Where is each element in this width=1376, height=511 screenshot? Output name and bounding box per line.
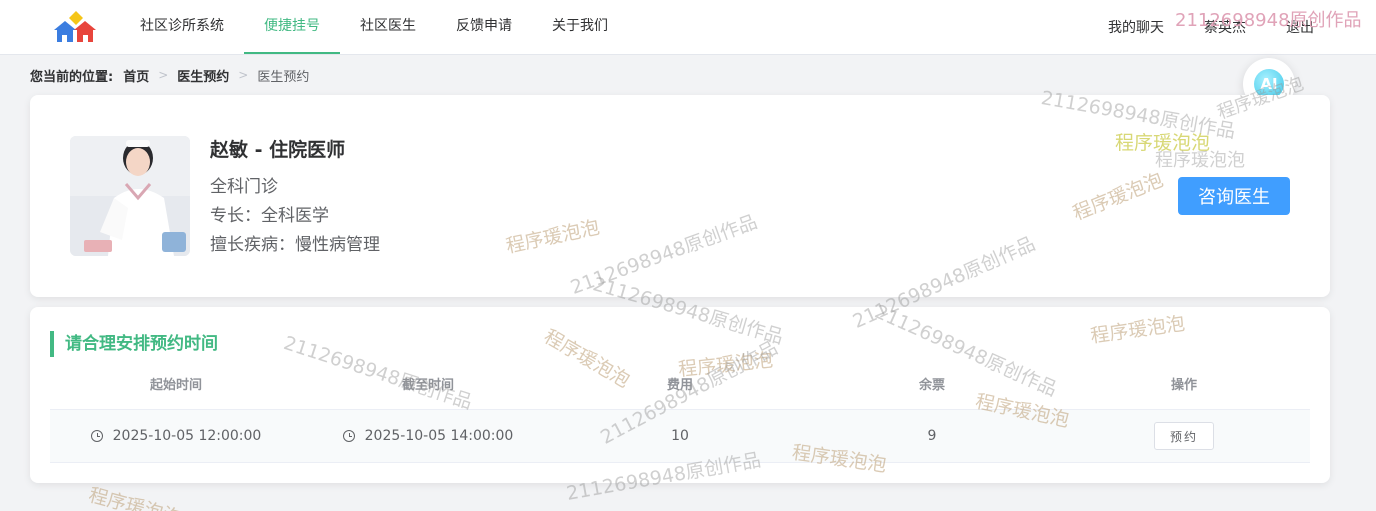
column-header-action: 操作	[1170, 378, 1197, 393]
breadcrumb-current: 医生预约	[257, 69, 310, 85]
main-nav: 社区诊所系统 便捷挂号 社区医生 反馈申请 关于我们	[120, 0, 628, 54]
breadcrumb-doctor-booking[interactable]: 医生预约	[177, 66, 229, 85]
start-time-value: 2025-10-05 12:00:00	[112, 427, 262, 444]
clock-icon	[90, 430, 103, 442]
cell-action: 预约	[1058, 410, 1310, 462]
cell-start-time: 2025-10-05 12:00:00	[50, 410, 302, 462]
end-time-value: 2025-10-05 14:00:00	[364, 427, 514, 444]
column-header-end: 截至时间	[401, 378, 454, 393]
cell-end-time: 2025-10-05 14:00:00	[302, 410, 554, 462]
house-logo-icon[interactable]	[52, 10, 98, 44]
consult-doctor-button[interactable]: 咨询医生	[1178, 177, 1290, 215]
chevron-right-icon: >	[158, 68, 169, 82]
cell-remaining: 9	[927, 427, 937, 444]
nav-item-about-us[interactable]: 关于我们	[532, 0, 628, 54]
doctor-diseases: 擅长疾病：慢性病管理	[210, 235, 380, 255]
column-header-fee: 费用	[666, 378, 693, 393]
doctor-specialty: 专长：全科医学	[210, 206, 329, 226]
doctor-info-card: 赵敏 - 住院医师 全科门诊 专长：全科医学 擅长疾病：慢性病管理 咨询医生	[30, 95, 1330, 297]
breadcrumb: 您当前的位置: 首页 > 医生预约 > 医生预约	[30, 66, 310, 85]
top-navbar: 社区诊所系统 便捷挂号 社区医生 反馈申请 关于我们 我的聊天 蔡英杰 退出 2…	[0, 0, 1376, 55]
nav-item-feedback[interactable]: 反馈申请	[436, 0, 532, 54]
user-menu: 我的聊天 蔡英杰 退出	[1108, 0, 1376, 54]
book-appointment-button[interactable]: 预约	[1154, 422, 1214, 450]
watermark: 程序瑗泡泡	[86, 484, 184, 511]
breadcrumb-prefix: 您当前的位置:	[30, 69, 114, 85]
column-header-remaining: 余票	[918, 378, 945, 393]
clock-icon	[342, 430, 355, 442]
nav-item-quick-registration[interactable]: 便捷挂号	[244, 0, 340, 54]
doctor-name-title: 赵敏 - 住院医师	[210, 139, 346, 161]
chevron-right-icon: >	[238, 68, 249, 82]
doctor-department: 全科门诊	[210, 177, 278, 197]
doctor-portrait-icon	[70, 136, 190, 256]
doctor-photo	[70, 136, 190, 256]
cell-fee: 10	[671, 427, 689, 444]
table-row: 2025-10-05 12:00:00 2025-10-05 14:00:00 …	[50, 410, 1310, 463]
nav-item-clinic-system[interactable]: 社区诊所系统	[120, 0, 244, 54]
username-link[interactable]: 蔡英杰	[1204, 17, 1246, 37]
column-header-start: 起始时间	[149, 378, 202, 393]
table-header: 起始时间 截至时间 费用 余票 操作	[50, 368, 1310, 410]
schedule-card: 请合理安排预约时间 起始时间 截至时间 费用 余票 操作 2025-10-05 …	[30, 307, 1330, 483]
logout-link[interactable]: 退出	[1286, 17, 1314, 37]
section-title: 请合理安排预约时间	[50, 331, 218, 357]
nav-item-community-doctors[interactable]: 社区医生	[340, 0, 436, 54]
schedule-table: 起始时间 截至时间 费用 余票 操作 2025-10-05 12:00:00 2…	[50, 368, 1310, 463]
my-chat-link[interactable]: 我的聊天	[1108, 17, 1164, 37]
breadcrumb-home[interactable]: 首页	[123, 66, 149, 85]
